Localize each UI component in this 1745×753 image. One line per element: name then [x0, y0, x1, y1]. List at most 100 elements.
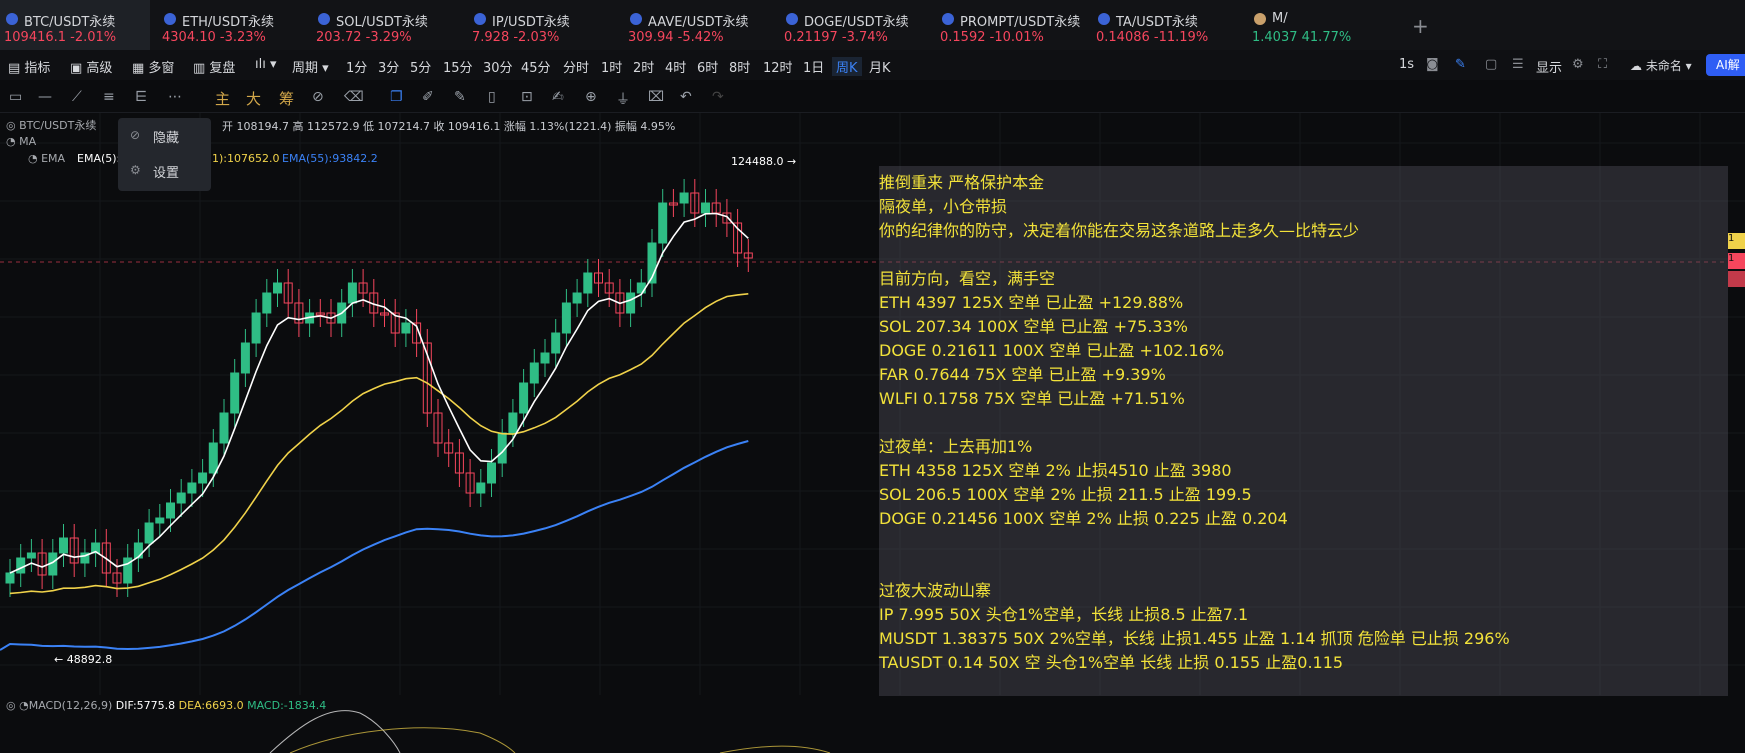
period-45m[interactable]: 45分: [521, 57, 551, 76]
indicators-button[interactable]: ▤ 指标: [8, 57, 50, 76]
note-line: IP 7.995 50X 头仓1%空单，长线 止损8.5 止盈7.1: [879, 605, 1249, 624]
period-12h[interactable]: 12时: [763, 57, 793, 76]
coin-icon: [318, 13, 330, 25]
period-5m[interactable]: 5分: [410, 57, 431, 76]
period-2h[interactable]: 2时: [633, 57, 654, 76]
lock-icon[interactable]: ⊡: [521, 89, 533, 105]
tab-ta[interactable]: TA/USDT永续 0.14086 -11.19%: [1092, 0, 1232, 50]
note-line: 推倒重来 严格保护本金: [879, 173, 1045, 192]
candles-icon[interactable]: ▯: [488, 89, 496, 105]
macd-dea-line: [289, 727, 516, 753]
tab-price: 7.928 -2.03%: [472, 30, 560, 45]
chart-type-icon[interactable]: ılı ▾: [255, 57, 277, 72]
tab-btc[interactable]: BTC/USDT永续 109416.1 -2.01%: [0, 0, 150, 50]
multi-window-button[interactable]: ▦ 多窗: [132, 57, 174, 76]
period-month[interactable]: 月K: [869, 57, 891, 76]
add-tab-icon[interactable]: +: [1412, 14, 1429, 38]
macd-dif: DIF:5775.8: [115, 699, 176, 712]
indicator-tool-icon[interactable]: ⊘: [312, 89, 324, 105]
period-8h[interactable]: 8时: [729, 57, 750, 76]
eraser-icon[interactable]: ⌫: [344, 89, 364, 105]
gear-icon[interactable]: ⚙: [1572, 57, 1584, 72]
period-4h[interactable]: 4时: [665, 57, 686, 76]
countdown-tag: [1728, 271, 1745, 287]
period-3m[interactable]: 3分: [378, 57, 399, 76]
copy-icon[interactable]: ❐: [390, 89, 403, 105]
tab-prompt[interactable]: PROMPT/USDT永续 0.1592 -10.01%: [936, 0, 1086, 50]
period-1d[interactable]: 1日: [803, 57, 824, 76]
advanced-button[interactable]: ▣ 高级: [70, 57, 112, 76]
note-line: WLFI 0.1758 75X 空单 已止盈 +71.51%: [879, 389, 1185, 408]
tab-doge[interactable]: DOGE/USDT永续 0.21197 -3.74%: [780, 0, 930, 50]
macd-label[interactable]: ◎ ◔MACD(12,26,9): [6, 699, 112, 712]
fib-icon[interactable]: ⋿: [135, 89, 147, 105]
rectangle-tool-icon[interactable]: ▭: [9, 89, 22, 105]
note-line: DOGE 0.21611 100X 空单 已止盈 +102.16%: [879, 341, 1225, 360]
tab-sol[interactable]: SOL/USDT永续 203.72 -3.29%: [312, 0, 452, 50]
chips-toggle[interactable]: 筹: [279, 88, 294, 109]
pen-icon[interactable]: ✎: [1455, 57, 1466, 72]
ema-price-tag: 1: [1728, 233, 1745, 249]
settings-menu-item[interactable]: 设置: [153, 162, 179, 181]
eye-icon[interactable]: ◎: [6, 119, 16, 132]
horizontal-line-icon[interactable]: —: [38, 89, 52, 105]
tab-name: ETH/USDT永续: [182, 15, 275, 30]
undo-icon[interactable]: ↶: [680, 89, 692, 105]
candle: [230, 372, 240, 414]
interval-label[interactable]: 1s: [1399, 57, 1414, 72]
candle: [487, 462, 496, 484]
tab-name: DOGE/USDT永续: [804, 15, 909, 30]
tab-eth[interactable]: ETH/USDT永续 4304.10 -3.23%: [158, 0, 298, 50]
coin-icon: [474, 13, 486, 25]
brush-icon[interactable]: ✎: [454, 89, 466, 105]
coin-icon: [6, 13, 18, 25]
magnet-icon[interactable]: ⊕: [585, 89, 597, 105]
replay-button[interactable]: ▥ 复盘: [193, 57, 235, 76]
tab-price: 4304.10 -3.23%: [162, 30, 266, 45]
coin-icon: [942, 13, 954, 25]
cloud-save-button[interactable]: ☁ 未命名 ▾: [1630, 57, 1692, 74]
display-button[interactable]: 显示: [1536, 57, 1562, 76]
tab-ip[interactable]: IP/USDT永续 7.928 -2.03%: [468, 0, 608, 50]
period-15m[interactable]: 15分: [443, 57, 473, 76]
large-order-toggle[interactable]: 大: [246, 88, 261, 109]
coin-icon: [630, 13, 642, 25]
ma-legend[interactable]: ◔ MA: [6, 135, 36, 148]
tab-name: TA/USDT永续: [1116, 15, 1198, 30]
candle: [572, 292, 582, 304]
low-price-marker: ← 48892.8: [54, 653, 113, 666]
period-6h[interactable]: 6时: [697, 57, 718, 76]
note-line: SOL 206.5 100X 空单 2% 止损 211.5 止盈 199.5: [879, 485, 1252, 504]
candle: [198, 472, 208, 484]
layout-icon[interactable]: ▢: [1485, 57, 1497, 72]
period-1h[interactable]: 1时: [601, 57, 622, 76]
period-timeshare[interactable]: 分时: [563, 57, 589, 76]
ruler-icon[interactable]: ✐: [422, 89, 434, 105]
coin-icon: [164, 13, 176, 25]
tab-aave[interactable]: AAVE/USDT永续 309.94 -5.42%: [624, 0, 774, 50]
ema21-line: [9, 293, 749, 595]
candle: [701, 202, 710, 214]
period-week[interactable]: 周K: [832, 57, 862, 76]
candle: [155, 517, 165, 524]
main-chart-toggle[interactable]: 主: [215, 88, 230, 109]
more-tools-icon[interactable]: ⋯: [168, 89, 182, 105]
redo-icon[interactable]: ↷: [712, 89, 724, 105]
trend-line-icon[interactable]: ⟋: [72, 89, 82, 105]
ai-button[interactable]: AI解: [1706, 54, 1745, 76]
period-30m[interactable]: 30分: [483, 57, 513, 76]
ema-legend-label[interactable]: ◔ EMA: [28, 152, 65, 165]
note-line: DOGE 0.21456 100X 空单 2% 止损 0.225 止盈 0.20…: [879, 509, 1288, 528]
note-icon[interactable]: ✍: [552, 89, 564, 105]
channel-icon[interactable]: ≡: [103, 89, 115, 105]
fullscreen-icon[interactable]: ⛶: [1598, 57, 1607, 72]
filter-icon[interactable]: ⏚: [616, 89, 630, 109]
trash-icon[interactable]: ⌧: [648, 89, 664, 105]
tab-m[interactable]: M/ 1.4037 41.77%: [1248, 0, 1388, 50]
candle: [583, 272, 593, 294]
period-1m[interactable]: 1分: [346, 57, 367, 76]
period-dropdown[interactable]: 周期 ▾: [292, 57, 329, 76]
camera-icon[interactable]: ◙: [1426, 57, 1439, 72]
list-icon[interactable]: ☰: [1512, 57, 1524, 72]
hide-menu-item[interactable]: 隐藏: [153, 127, 179, 146]
